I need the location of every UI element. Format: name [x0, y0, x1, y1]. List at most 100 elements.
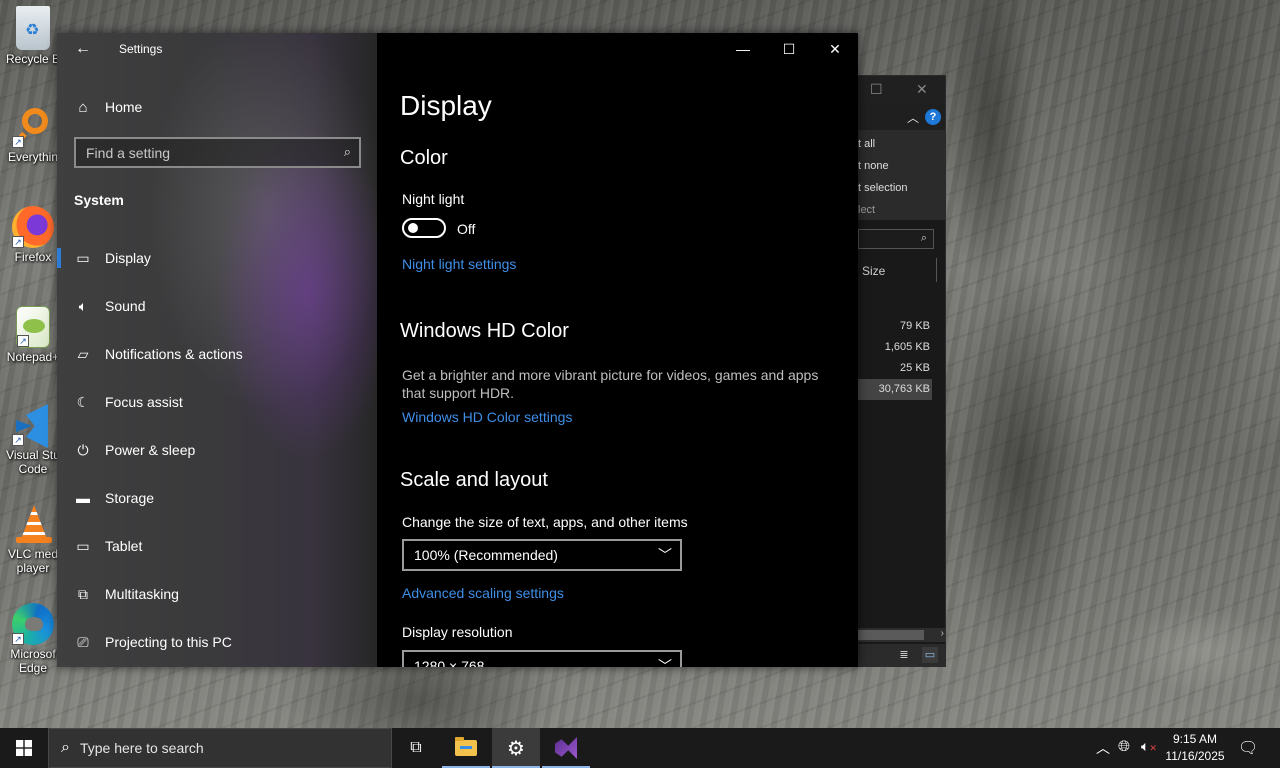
nav-item-display[interactable]: ▭ Display: [57, 234, 377, 282]
nav-item-projecting[interactable]: ⎚ Projecting to this PC: [57, 618, 377, 666]
home-icon: ⌂: [78, 98, 88, 116]
start-button[interactable]: [0, 728, 48, 768]
app-title: Settings: [119, 42, 163, 56]
hd-color-settings-link[interactable]: Windows HD Color settings: [402, 409, 572, 425]
nav-item-multitasking[interactable]: ⧉ Multitasking: [57, 570, 377, 618]
nav-item-sound[interactable]: 🔈︎ Sound: [57, 282, 377, 330]
details-view-icon[interactable]: ≣: [896, 647, 912, 663]
desktop-icon-notepadpp[interactable]: ↗ Notepad+: [2, 306, 64, 364]
nav-item-label: Notifications & actions: [105, 346, 243, 362]
storage-icon: ▬: [76, 490, 90, 506]
nav-item-label: Tablet: [105, 538, 143, 554]
nav-item-label: Sound: [105, 298, 146, 314]
taskbar-visual-studio[interactable]: [542, 728, 590, 768]
scale-dropdown[interactable]: 100% (Recommended) ﹀: [402, 539, 682, 571]
resolution-value: 1280 × 768: [414, 658, 485, 667]
network-globe-icon[interactable]: 🌐︎: [1118, 738, 1130, 755]
nav-item-label: Power & sleep: [105, 442, 196, 458]
nav-item-notifications[interactable]: ▱ Notifications & actions: [57, 330, 377, 378]
column-header-size[interactable]: Size: [862, 264, 885, 278]
action-center-icon[interactable]: 🗨︎: [1238, 738, 1258, 758]
desktop-icon-firefox[interactable]: ↗ Firefox: [2, 206, 64, 264]
vlc-icon: [12, 503, 54, 545]
desktop-icon-recycle-bin[interactable]: ♻ Recycle B: [2, 6, 64, 66]
explorer-search-input[interactable]: ⌕: [858, 229, 934, 249]
scrollbar-thumb[interactable]: [858, 630, 924, 640]
scale-label: Change the size of text, apps, and other…: [402, 514, 688, 530]
nav-item-tablet[interactable]: ▭ Tablet: [57, 522, 377, 570]
desktop-icon-everything[interactable]: ↗ Everythin: [2, 106, 64, 164]
search-icon: ⌕: [920, 232, 927, 244]
column-divider[interactable]: [936, 258, 937, 282]
horizontal-scrollbar[interactable]: ›: [858, 628, 946, 642]
find-setting-search[interactable]: ⌕: [74, 137, 361, 168]
file-size-cell[interactable]: 25 KB: [858, 358, 932, 379]
collapse-ribbon-icon[interactable]: ︿: [907, 109, 919, 126]
nav-item-label: Storage: [105, 490, 155, 506]
night-light-toggle[interactable]: [402, 218, 446, 238]
taskbar-file-explorer[interactable]: [442, 728, 490, 768]
search-icon: ⌕: [61, 739, 70, 756]
page-title: Display: [400, 90, 492, 121]
large-icons-view-icon[interactable]: ▭: [922, 647, 938, 663]
ribbon-group-label: lect: [858, 204, 876, 216]
desktop-icon-edge[interactable]: ↗ Microsof Edge: [2, 603, 64, 675]
file-explorer-window[interactable]: ☐ ✕ ︿ ? t all t none t selection lect ⌕ …: [855, 75, 946, 667]
explorer-titlebar: ☐ ✕: [856, 76, 945, 104]
multitasking-icon: ⧉: [78, 585, 88, 602]
invert-selection-button[interactable]: t selection: [856, 182, 945, 204]
close-icon[interactable]: ✕: [916, 81, 928, 98]
everything-search-icon: ↗: [12, 106, 54, 148]
power-icon: ⏻: [77, 441, 89, 458]
back-arrow-icon[interactable]: ←: [71, 39, 95, 61]
scroll-right-icon[interactable]: ›: [941, 628, 944, 639]
select-none-button[interactable]: t none: [856, 160, 945, 182]
volume-muted-icon[interactable]: 🔈︎✕: [1141, 738, 1157, 755]
find-setting-input[interactable]: [76, 139, 359, 166]
visual-studio-icon: [555, 737, 577, 759]
notification-icon: ▱: [77, 345, 89, 362]
gear-icon: ⚙: [507, 737, 525, 760]
toggle-knob: [408, 223, 418, 233]
taskbar-search-box[interactable]: ⌕ Type here to search: [48, 728, 392, 768]
close-icon[interactable]: ✕: [812, 39, 858, 61]
desktop-icon-vlc[interactable]: VLC med player: [2, 503, 64, 575]
desktop-icon-vscode[interactable]: ↗ Visual Stu Code: [2, 404, 64, 476]
minimize-icon[interactable]: —: [720, 39, 766, 61]
chevron-down-icon: ﹀: [658, 547, 672, 563]
file-size-cell-selected[interactable]: 30,763 KB: [858, 379, 932, 400]
settings-nav-pane: ← Settings ⌂ Home ⌕ System ▭ Display 🔈︎ …: [57, 33, 377, 667]
maximize-icon[interactable]: ☐: [870, 81, 883, 98]
taskbar: ⌕ Type here to search ⧉ ⚙ ︿ 🌐︎ 🔈︎✕ 9:15 …: [0, 728, 1280, 768]
heading-color: Color: [400, 147, 448, 169]
night-light-settings-link[interactable]: Night light settings: [402, 256, 516, 272]
folder-icon: [455, 737, 477, 756]
maximize-icon[interactable]: ☐: [766, 39, 812, 61]
resolution-dropdown[interactable]: 1280 × 768 ﹀: [402, 650, 682, 667]
help-icon[interactable]: ?: [925, 109, 941, 125]
file-size-cell[interactable]: 79 KB: [858, 316, 932, 337]
nav-home[interactable]: ⌂ Home: [73, 95, 142, 119]
taskbar-clock[interactable]: 9:15 AM 11/16/2025: [1162, 731, 1228, 765]
file-list: 79 KB 1,605 KB 25 KB 30,763 KB: [858, 316, 932, 400]
advanced-scaling-link[interactable]: Advanced scaling settings: [402, 585, 564, 601]
taskbar-search-placeholder: Type here to search: [79, 740, 204, 756]
night-light-state: Off: [457, 221, 476, 237]
settings-window[interactable]: ← Settings ⌂ Home ⌕ System ▭ Display 🔈︎ …: [57, 33, 858, 667]
heading-scale-layout: Scale and layout: [400, 469, 548, 491]
nav-item-focus-assist[interactable]: ☾ Focus assist: [57, 378, 377, 426]
select-all-button[interactable]: t all: [856, 138, 945, 160]
night-light-label: Night light: [402, 191, 465, 207]
hd-color-description: Get a brighter and more vibrant picture …: [402, 367, 819, 401]
task-view-icon: ⧉: [410, 739, 422, 756]
show-hidden-icons-chevron[interactable]: ︿: [1096, 738, 1110, 758]
taskbar-settings[interactable]: ⚙: [492, 728, 540, 768]
settings-content-pane: — ☐ ✕ Display Color Night light Off Nigh…: [377, 33, 858, 667]
task-view-button[interactable]: ⧉: [392, 728, 440, 768]
nav-item-label: Focus assist: [105, 394, 183, 410]
file-size-cell[interactable]: 1,605 KB: [858, 337, 932, 358]
nav-item-power-sleep[interactable]: ⏻ Power & sleep: [57, 426, 377, 474]
nav-item-storage[interactable]: ▬ Storage: [57, 474, 377, 522]
windows-logo-icon: [16, 740, 32, 756]
search-icon[interactable]: ⌕: [344, 144, 351, 160]
